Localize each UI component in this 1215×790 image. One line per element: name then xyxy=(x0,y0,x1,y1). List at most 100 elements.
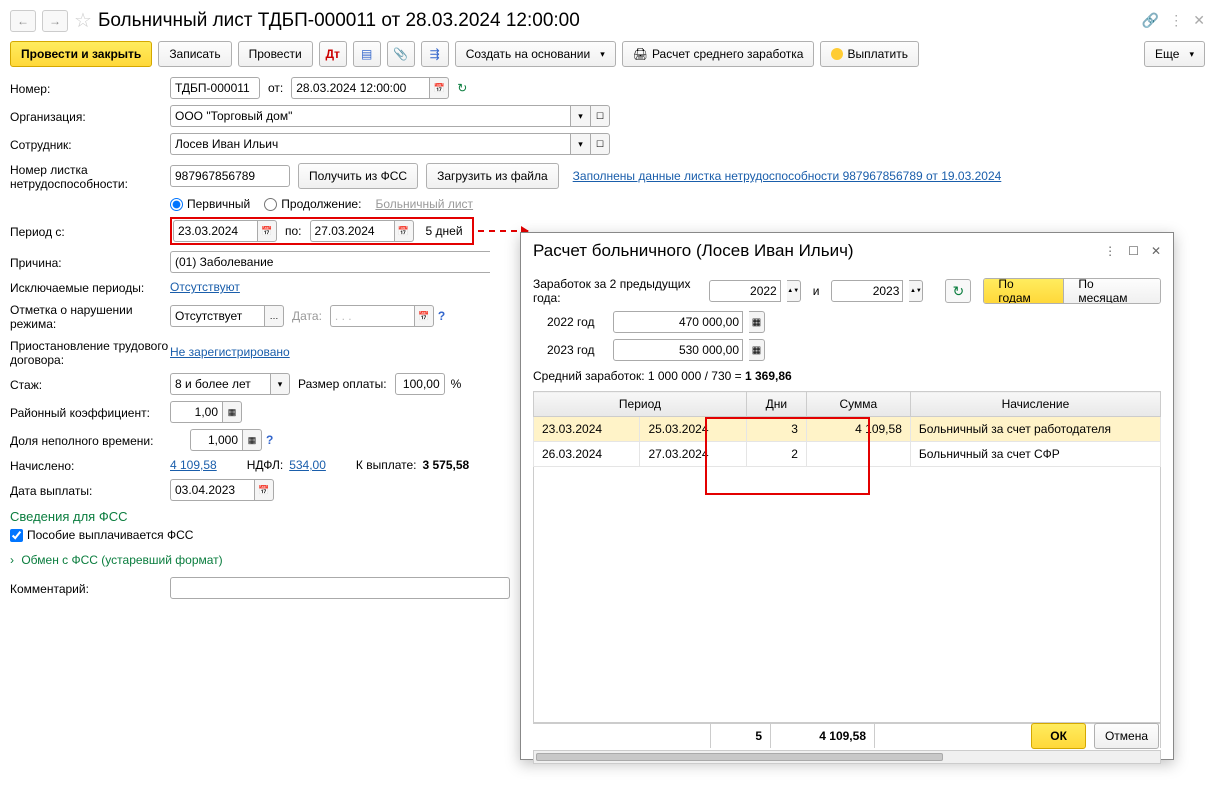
attach-icon[interactable]: 📎 xyxy=(387,41,415,67)
from-label: от: xyxy=(268,81,283,95)
date-input[interactable] xyxy=(291,77,429,99)
cont-link: Больничный лист xyxy=(375,197,473,211)
rate-input[interactable] xyxy=(395,373,445,395)
load-file-button[interactable]: Загрузить из файла xyxy=(426,163,559,189)
avg-earn-text: Средний заработок: 1 000 000 / 730 = 1 3… xyxy=(533,369,1161,383)
org-label: Организация: xyxy=(10,108,170,124)
post-button[interactable]: Провести xyxy=(238,41,313,67)
number-input[interactable] xyxy=(170,77,260,99)
number-label: Номер: xyxy=(10,80,170,96)
payout-amount: 3 575,58 xyxy=(423,458,470,472)
emp-label: Сотрудник: xyxy=(10,136,170,152)
fss-checkbox[interactable]: Пособие выплачивается ФСС xyxy=(10,528,193,542)
debit-credit-icon[interactable]: Дт xyxy=(319,41,347,67)
popup-title: Расчет больничного (Лосев Иван Ильич) xyxy=(533,241,1096,261)
window-title: Больничный лист ТДБП-000011 от 28.03.202… xyxy=(98,10,1136,32)
get-fss-button[interactable]: Получить из ФСС xyxy=(298,163,418,189)
suspend-label: Приостановление трудового договора: xyxy=(10,337,170,367)
ellipsis-icon[interactable]: … xyxy=(264,305,284,327)
period-to-input[interactable] xyxy=(310,220,394,242)
nav-fwd[interactable]: → xyxy=(42,10,68,32)
year2-amount[interactable] xyxy=(613,339,743,361)
calendar-icon[interactable]: 📅 xyxy=(414,305,434,327)
paydate-label: Дата выплаты: xyxy=(10,482,170,498)
report-icon[interactable]: ▤ xyxy=(353,41,381,67)
breakdown-table: Период Дни Сумма Начисление 23.03.2024 2… xyxy=(533,391,1161,467)
year1-spinner[interactable]: ▲▼ xyxy=(787,280,801,302)
district-label: Районный коэффициент: xyxy=(10,404,170,420)
dropdown-icon[interactable]: ▾ xyxy=(570,105,590,127)
calc-icon[interactable]: ▦ xyxy=(749,311,765,333)
continuation-radio[interactable]: Продолжение: xyxy=(264,197,361,211)
district-input[interactable] xyxy=(170,401,222,423)
popup-maximize-icon[interactable]: ☐ xyxy=(1128,244,1139,258)
refresh-date-icon[interactable]: ↻ xyxy=(457,81,467,95)
calendar-icon[interactable]: 📅 xyxy=(254,479,274,501)
create-based-button[interactable]: Создать на основании xyxy=(455,41,616,67)
save-button[interactable]: Записать xyxy=(158,41,231,67)
accr-amount[interactable]: 4 109,58 xyxy=(170,458,217,472)
by-months-toggle[interactable]: По месяцам xyxy=(1064,279,1160,303)
violation-date-input[interactable] xyxy=(330,305,414,327)
avg-calc-button[interactable]: 🖨 Расчет среднего заработка xyxy=(622,41,815,67)
pay-button[interactable]: Выплатить xyxy=(820,41,919,67)
post-close-button[interactable]: Провести и закрыть xyxy=(10,41,152,67)
stage-input[interactable] xyxy=(170,373,270,395)
calc-icon[interactable]: ▦ xyxy=(242,429,262,451)
more-button[interactable]: Еще xyxy=(1144,41,1205,67)
nav-back[interactable]: ← xyxy=(10,10,36,32)
popup-menu-icon[interactable]: ⋮ xyxy=(1104,244,1116,258)
primary-radio[interactable]: Первичный xyxy=(170,197,250,211)
refresh-button[interactable]: ↻ xyxy=(945,279,971,303)
open-icon[interactable]: ☐ xyxy=(590,133,610,155)
calc-popup: Расчет больничного (Лосев Иван Ильич) ⋮ … xyxy=(520,232,1174,760)
period-highlight: 📅 по: 📅 5 дней xyxy=(170,217,474,245)
accr-label: Начислено: xyxy=(10,457,170,473)
sheet-label: Номер листка нетрудоспособности: xyxy=(10,161,170,191)
filled-data-link[interactable]: Заполнены данные листка нетрудоспособнос… xyxy=(573,169,1002,183)
year2-input[interactable] xyxy=(831,280,903,302)
ok-button[interactable]: ОК xyxy=(1031,723,1086,749)
comment-input[interactable] xyxy=(170,577,510,599)
year1-input[interactable] xyxy=(709,280,781,302)
related-icon[interactable]: ⇶ xyxy=(421,41,449,67)
popup-close-icon[interactable]: ✕ xyxy=(1151,244,1161,258)
violation-input[interactable] xyxy=(170,305,264,327)
calc-icon[interactable]: ▦ xyxy=(222,401,242,423)
calendar-icon[interactable]: 📅 xyxy=(429,77,449,99)
open-icon[interactable]: ☐ xyxy=(590,105,610,127)
period-days: 5 дней xyxy=(426,224,463,238)
chevron-icon[interactable]: › xyxy=(10,553,14,567)
reason-input[interactable] xyxy=(170,251,490,273)
dropdown-icon[interactable]: ▾ xyxy=(270,373,290,395)
close-icon[interactable]: ✕ xyxy=(1193,12,1205,29)
fss-exchange-link[interactable]: Обмен с ФСС (устаревший формат) xyxy=(21,553,222,567)
calc-icon[interactable]: ▦ xyxy=(749,339,765,361)
sheet-number-input[interactable] xyxy=(170,165,290,187)
cancel-button[interactable]: Отмена xyxy=(1094,723,1159,749)
table-row[interactable]: 23.03.2024 25.03.2024 3 4 109,58 Больнич… xyxy=(534,417,1161,442)
calendar-icon[interactable]: 📅 xyxy=(257,220,277,242)
calendar-icon[interactable]: 📅 xyxy=(394,220,414,242)
year1-amount[interactable] xyxy=(613,311,743,333)
suspend-link[interactable]: Не зарегистрировано xyxy=(170,345,290,359)
reason-label: Причина: xyxy=(10,254,170,270)
period-label: Период с: xyxy=(10,223,170,239)
exclude-link[interactable]: Отсутствуют xyxy=(170,280,240,294)
help-icon[interactable]: ? xyxy=(438,309,445,323)
org-input[interactable] xyxy=(170,105,570,127)
star-icon[interactable]: ☆ xyxy=(74,8,92,33)
link-icon[interactable]: 🔗 xyxy=(1142,12,1159,29)
table-row[interactable]: 26.03.2024 27.03.2024 2 Больничный за сч… xyxy=(534,442,1161,467)
by-years-toggle[interactable]: По годам xyxy=(984,279,1064,303)
year2-spinner[interactable]: ▲▼ xyxy=(909,280,923,302)
parttime-input[interactable] xyxy=(190,429,242,451)
dropdown-icon[interactable]: ▾ xyxy=(570,133,590,155)
menu-icon[interactable]: ⋮ xyxy=(1169,12,1183,29)
stage-label: Стаж: xyxy=(10,376,170,392)
emp-input[interactable] xyxy=(170,133,570,155)
help-icon[interactable]: ? xyxy=(266,433,273,447)
paydate-input[interactable] xyxy=(170,479,254,501)
period-from-input[interactable] xyxy=(173,220,257,242)
ndfl-amount[interactable]: 534,00 xyxy=(289,458,326,472)
